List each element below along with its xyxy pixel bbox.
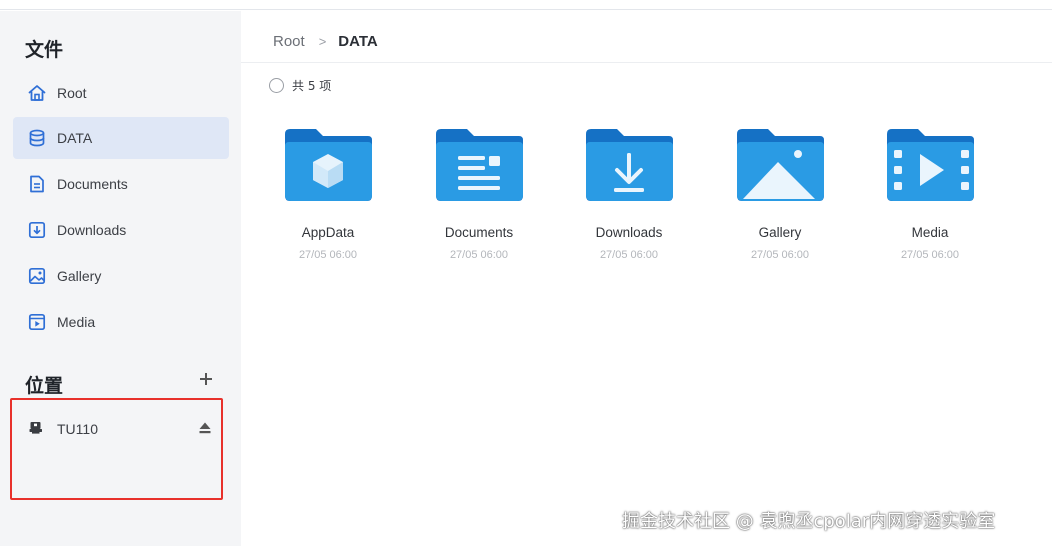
- breadcrumb-current: DATA: [338, 33, 378, 50]
- breadcrumb: Root > DATA: [273, 33, 378, 50]
- breadcrumb-root-link[interactable]: Root: [273, 33, 305, 50]
- document-icon: [27, 174, 47, 194]
- sidebar-item-media[interactable]: Media: [13, 301, 229, 343]
- usb-drive-icon: [27, 419, 47, 439]
- folder-document-icon: [436, 129, 523, 201]
- sidebar-item-root[interactable]: Root: [13, 72, 229, 114]
- add-place-button[interactable]: [197, 370, 215, 388]
- device-item-tu110[interactable]: TU110: [13, 408, 229, 450]
- places-section-title: 位置: [25, 375, 64, 397]
- folder-cube-icon: [285, 129, 372, 201]
- folder-name: Media: [911, 225, 949, 240]
- sidebar-item-documents[interactable]: Documents: [13, 163, 229, 205]
- folder-name: Documents: [444, 225, 514, 240]
- folder-downloads[interactable]: Downloads 27/05 06:00: [569, 121, 689, 271]
- sidebar-item-label: Downloads: [57, 222, 127, 238]
- sidebar-item-label: Root: [57, 85, 87, 101]
- header-divider: [241, 62, 1052, 63]
- files-section-title: 文件: [25, 39, 64, 61]
- sidebar-item-gallery[interactable]: Gallery: [13, 255, 229, 297]
- folder-date: 27/05 06:00: [599, 249, 659, 261]
- home-icon: [27, 83, 47, 103]
- folder-gallery[interactable]: Gallery 27/05 06:00: [720, 121, 840, 271]
- folder-date: 27/05 06:00: [900, 249, 960, 261]
- folder-date: 27/05 06:00: [449, 249, 509, 261]
- watermark-text: 掘金技术社区 @ 袁煦丞cpolar内网穿透实验室: [622, 511, 996, 532]
- folder-name: AppData: [301, 225, 355, 240]
- image-icon: [27, 266, 47, 286]
- folder-download-icon: [586, 129, 673, 201]
- database-icon: [27, 128, 47, 148]
- sidebar-item-label: Documents: [57, 176, 128, 192]
- sidebar-item-downloads[interactable]: Downloads: [13, 209, 229, 251]
- folder-name: Gallery: [758, 225, 802, 240]
- folder-media[interactable]: Media 27/05 06:00: [870, 121, 990, 271]
- sidebar-item-label: Media: [57, 314, 96, 330]
- sidebar-item-label: DATA: [57, 130, 93, 146]
- download-icon: [27, 220, 47, 240]
- select-all-radio[interactable]: [269, 78, 284, 93]
- folder-video-icon: [887, 129, 974, 201]
- sidebar-item-label: Gallery: [57, 268, 102, 284]
- sidebar: 文件 Root DATA Documents Downloads Gallery: [0, 11, 241, 546]
- item-count: 共 5 项: [292, 79, 332, 93]
- folder-appdata[interactable]: AppData 27/05 06:00: [268, 121, 388, 271]
- video-icon: [27, 312, 47, 332]
- folder-date: 27/05 06:00: [298, 249, 358, 261]
- breadcrumb-separator: >: [318, 34, 327, 49]
- folder-documents[interactable]: Documents 27/05 06:00: [419, 121, 539, 271]
- main-panel: Root > DATA 共 5 项 AppData 27/05 06:00 Do…: [241, 11, 1052, 546]
- folder-date: 27/05 06:00: [750, 249, 810, 261]
- folder-image-icon: [737, 129, 824, 201]
- device-label: TU110: [57, 421, 98, 437]
- folder-name: Downloads: [595, 225, 663, 240]
- eject-icon[interactable]: [199, 421, 211, 435]
- window-top-border: [0, 0, 1052, 10]
- sidebar-item-data[interactable]: DATA: [13, 117, 229, 159]
